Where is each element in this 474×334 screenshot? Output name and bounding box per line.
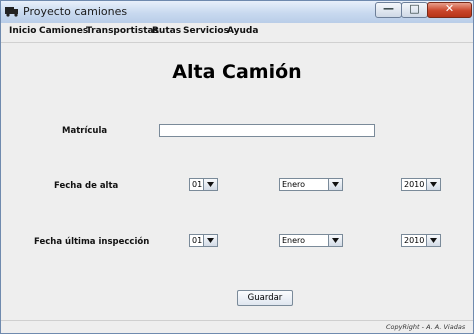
minimize-button[interactable]: —	[375, 2, 402, 18]
fecha-alta-day-value: 01	[192, 180, 203, 189]
dropdown-arrow-icon[interactable]	[328, 235, 342, 246]
matricula-input[interactable]	[159, 124, 375, 137]
copyright-text: CopyRight - A. A. Viadas	[386, 323, 466, 331]
menu-rutas[interactable]: Rutas	[152, 26, 181, 36]
close-button[interactable]: ✕	[427, 2, 472, 18]
dropdown-arrow-icon[interactable]	[203, 179, 217, 190]
maximize-button[interactable]: □	[401, 2, 428, 18]
fecha-alta-day-select[interactable]: 01	[189, 178, 218, 191]
maximize-icon: □	[409, 2, 420, 15]
window-title: Proyecto camiones	[23, 5, 128, 18]
fecha-alta-year-select[interactable]: 2010	[401, 178, 441, 191]
fecha-inspeccion-year-select[interactable]: 2010	[401, 234, 441, 247]
matricula-label: Matrícula	[62, 126, 108, 136]
fecha-alta-month-select[interactable]: Enero	[279, 178, 343, 191]
fecha-inspeccion-month-select[interactable]: Enero	[279, 234, 343, 247]
dropdown-arrow-icon[interactable]	[203, 235, 217, 246]
menu-inicio[interactable]: Inicio	[9, 26, 36, 36]
dropdown-arrow-icon[interactable]	[426, 235, 440, 246]
fecha-inspeccion-day-value: 01	[192, 236, 203, 245]
page-title: Alta Camión	[172, 61, 302, 83]
dropdown-arrow-icon[interactable]	[426, 179, 440, 190]
menu-servicios[interactable]: Servicios	[183, 26, 229, 36]
truck-icon	[5, 7, 18, 17]
fecha-inspeccion-label: Fecha última inspección	[34, 237, 150, 247]
fecha-alta-month-value: Enero	[282, 180, 306, 189]
fecha-inspeccion-day-select[interactable]: 01	[189, 234, 218, 247]
menu-transportistas[interactable]: Transportistas	[86, 26, 159, 36]
fecha-inspeccion-month-value: Enero	[282, 236, 306, 245]
menu-bar: Inicio Camiones Transportistas Rutas Ser…	[1, 23, 473, 43]
title-bar: Proyecto camiones — □ ✕	[1, 1, 473, 24]
footer-divider	[1, 320, 473, 321]
fecha-inspeccion-year-value: 2010	[404, 236, 425, 245]
fecha-alta-year-value: 2010	[404, 180, 425, 189]
menu-camiones[interactable]: Camiones	[39, 26, 88, 36]
close-icon: ✕	[444, 2, 455, 15]
minimize-icon: —	[383, 2, 394, 15]
app-window: Proyecto camiones — □ ✕ Inicio Camiones …	[0, 0, 474, 334]
fecha-alta-label: Fecha de alta	[54, 181, 119, 191]
dropdown-arrow-icon[interactable]	[328, 179, 342, 190]
menu-ayuda[interactable]: Ayuda	[227, 26, 258, 36]
guardar-button[interactable]: Guardar	[237, 290, 293, 306]
